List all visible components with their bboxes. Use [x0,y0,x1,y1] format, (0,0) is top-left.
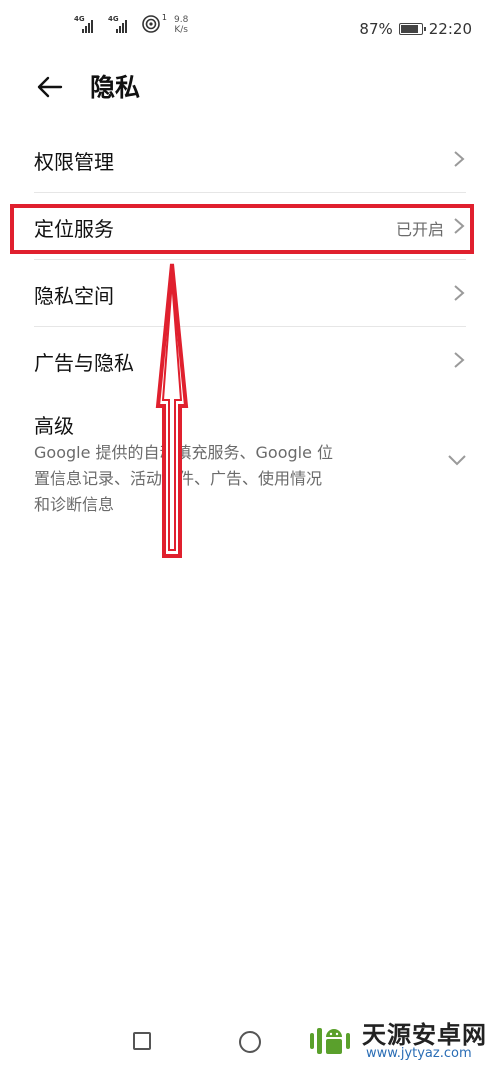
cell-signal-icon: 4G [74,15,102,35]
list-item-label: 隐私空间 [34,284,114,308]
cell-signal-icon-2: 4G [108,15,136,35]
wifi-icon: 1 [142,13,167,35]
chevron-down-icon[interactable] [447,454,467,466]
advanced-description-line: 置信息记录、活动控件、广告、使用情况 [34,469,323,488]
list-item-ads-and-privacy[interactable]: 广告与隐私 [0,327,500,393]
status-bar: 4G 4G 1 9.8 K/s 87% 22:20 [0,0,500,56]
speed-value: 9.8 [174,15,189,25]
chevron-right-icon [454,285,465,301]
advanced-description-line: Google 提供的自动填充服务、Google 位 [34,443,334,462]
home-button[interactable] [239,1031,261,1053]
back-arrow-icon[interactable] [34,72,64,102]
list-item-label: 权限管理 [34,150,114,174]
watermark-name: 天源安卓网 [362,1021,487,1049]
wifi-count: 1 [161,13,167,22]
battery-icon [398,23,426,35]
network-speed: 9.8 K/s [174,15,188,35]
watermark: 天源安卓网 www.jytyaz.com [306,1015,496,1065]
page-title: 隐私 [90,73,141,102]
android-logo-icon [310,1028,350,1054]
watermark-url: www.jytyaz.com [366,1046,472,1061]
advanced-description: Google 提供的自动填充服务、Google 位 置信息记录、活动控件、广告、… [34,440,394,518]
chevron-right-icon [454,352,465,368]
list-item-permission-management[interactable]: 权限管理 [0,126,500,192]
highlight-box [10,204,474,254]
clock: 22:20 [428,20,472,38]
speed-unit: K/s [174,25,188,35]
list-item-label: 广告与隐私 [34,351,134,375]
list-item-private-space[interactable]: 隐私空间 [0,260,500,326]
advanced-description-line: 和诊断信息 [34,495,115,514]
recents-button[interactable] [133,1032,151,1050]
chevron-right-icon [454,151,465,167]
battery-percent: 87% [359,20,393,38]
advanced-title: 高级 [34,414,74,438]
